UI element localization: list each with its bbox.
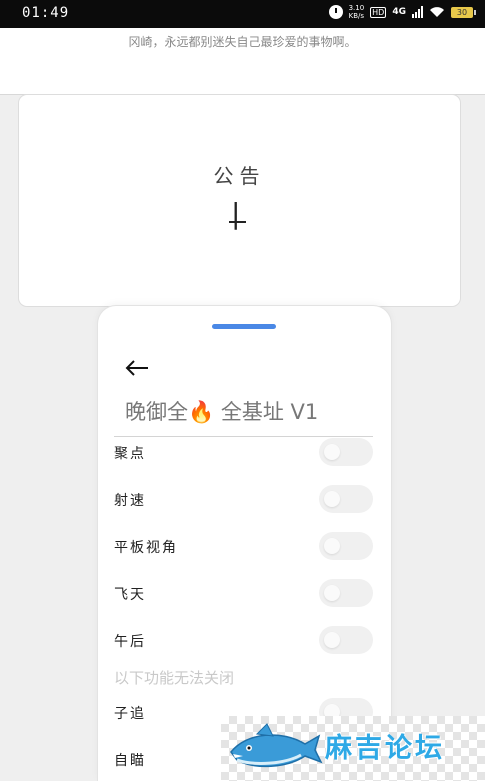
fire-rate-toggle[interactable] xyxy=(319,485,373,513)
arrow-left-icon xyxy=(125,360,148,376)
toggle-label: 聚点 xyxy=(114,446,146,462)
toggle-row-tablet-view: 平板视角 xyxy=(98,530,391,562)
battery-icon: 30 xyxy=(451,6,476,18)
alarm-icon xyxy=(328,5,343,19)
notice-title: 公告 xyxy=(213,164,266,188)
tablet-view-toggle[interactable] xyxy=(319,532,373,560)
notice-card: 公告 | xyxy=(19,95,460,306)
caret-underline xyxy=(229,221,246,223)
wifi-icon xyxy=(430,7,444,17)
dolphin-logo-icon xyxy=(230,723,323,768)
network-speed: 3.10 KB/s xyxy=(349,4,365,20)
section-note: 以下功能无法关闭 xyxy=(114,669,235,687)
status-icons: 3.10 KB/s HD 4G 30 xyxy=(328,4,476,20)
back-button[interactable] xyxy=(124,356,150,384)
toggle-row-aim-point: 聚点 xyxy=(98,436,391,468)
toggle-label: 午后 xyxy=(114,634,146,650)
hd-badge: HD xyxy=(370,6,387,18)
toggle-label: 射速 xyxy=(114,493,146,509)
status-time: 01:49 xyxy=(22,5,70,21)
watermark-text: 麻吉论坛 xyxy=(325,733,445,764)
top-banner: 冈崎，永远都别迷失自己最珍爱的事物啊。 xyxy=(0,28,485,95)
drag-handle[interactable] xyxy=(212,324,276,329)
panel-title-suffix: 全基址 V1 xyxy=(220,400,319,424)
signal-icon xyxy=(412,6,423,18)
toggle-knob xyxy=(324,444,340,460)
network-speed-value: 3.10 xyxy=(348,4,365,12)
notice-caret: | xyxy=(229,197,246,230)
toggle-label: 自瞄 xyxy=(114,753,146,769)
toggle-label: 平板视角 xyxy=(114,540,178,556)
toggle-label: 子追 xyxy=(114,706,146,722)
toggle-knob xyxy=(324,491,340,507)
toggle-row-fire-rate: 射速 xyxy=(98,483,391,515)
aim-point-toggle[interactable] xyxy=(319,438,373,466)
toggle-label: 飞天 xyxy=(114,587,146,603)
afternoon-toggle[interactable] xyxy=(319,626,373,654)
panel-title-prefix: 晚御全 xyxy=(125,400,188,424)
toggle-row-fly: 飞天 xyxy=(98,577,391,609)
fire-icon: 🔥 xyxy=(188,400,215,424)
network-speed-unit: KB/s xyxy=(348,12,365,20)
fly-toggle[interactable] xyxy=(319,579,373,607)
status-bar: 01:49 3.10 KB/s HD 4G 30 xyxy=(0,0,485,28)
toggle-knob xyxy=(324,585,340,601)
forum-watermark: 麻吉论坛 xyxy=(221,716,485,781)
menu-panel: 晚御全🔥 全基址 V1 聚点 射速 平板视角 飞天 午后 以下功能无法关闭 子追… xyxy=(98,306,391,781)
toggle-knob xyxy=(324,632,340,648)
toggle-row-afternoon: 午后 xyxy=(98,624,391,656)
network-type: 4G xyxy=(392,7,406,17)
banner-quote: 冈崎，永远都别迷失自己最珍爱的事物啊。 xyxy=(128,35,357,49)
notice-caret-glyph: | xyxy=(231,197,241,230)
toggle-knob xyxy=(324,538,340,554)
panel-title: 晚御全🔥 全基址 V1 xyxy=(125,396,318,426)
